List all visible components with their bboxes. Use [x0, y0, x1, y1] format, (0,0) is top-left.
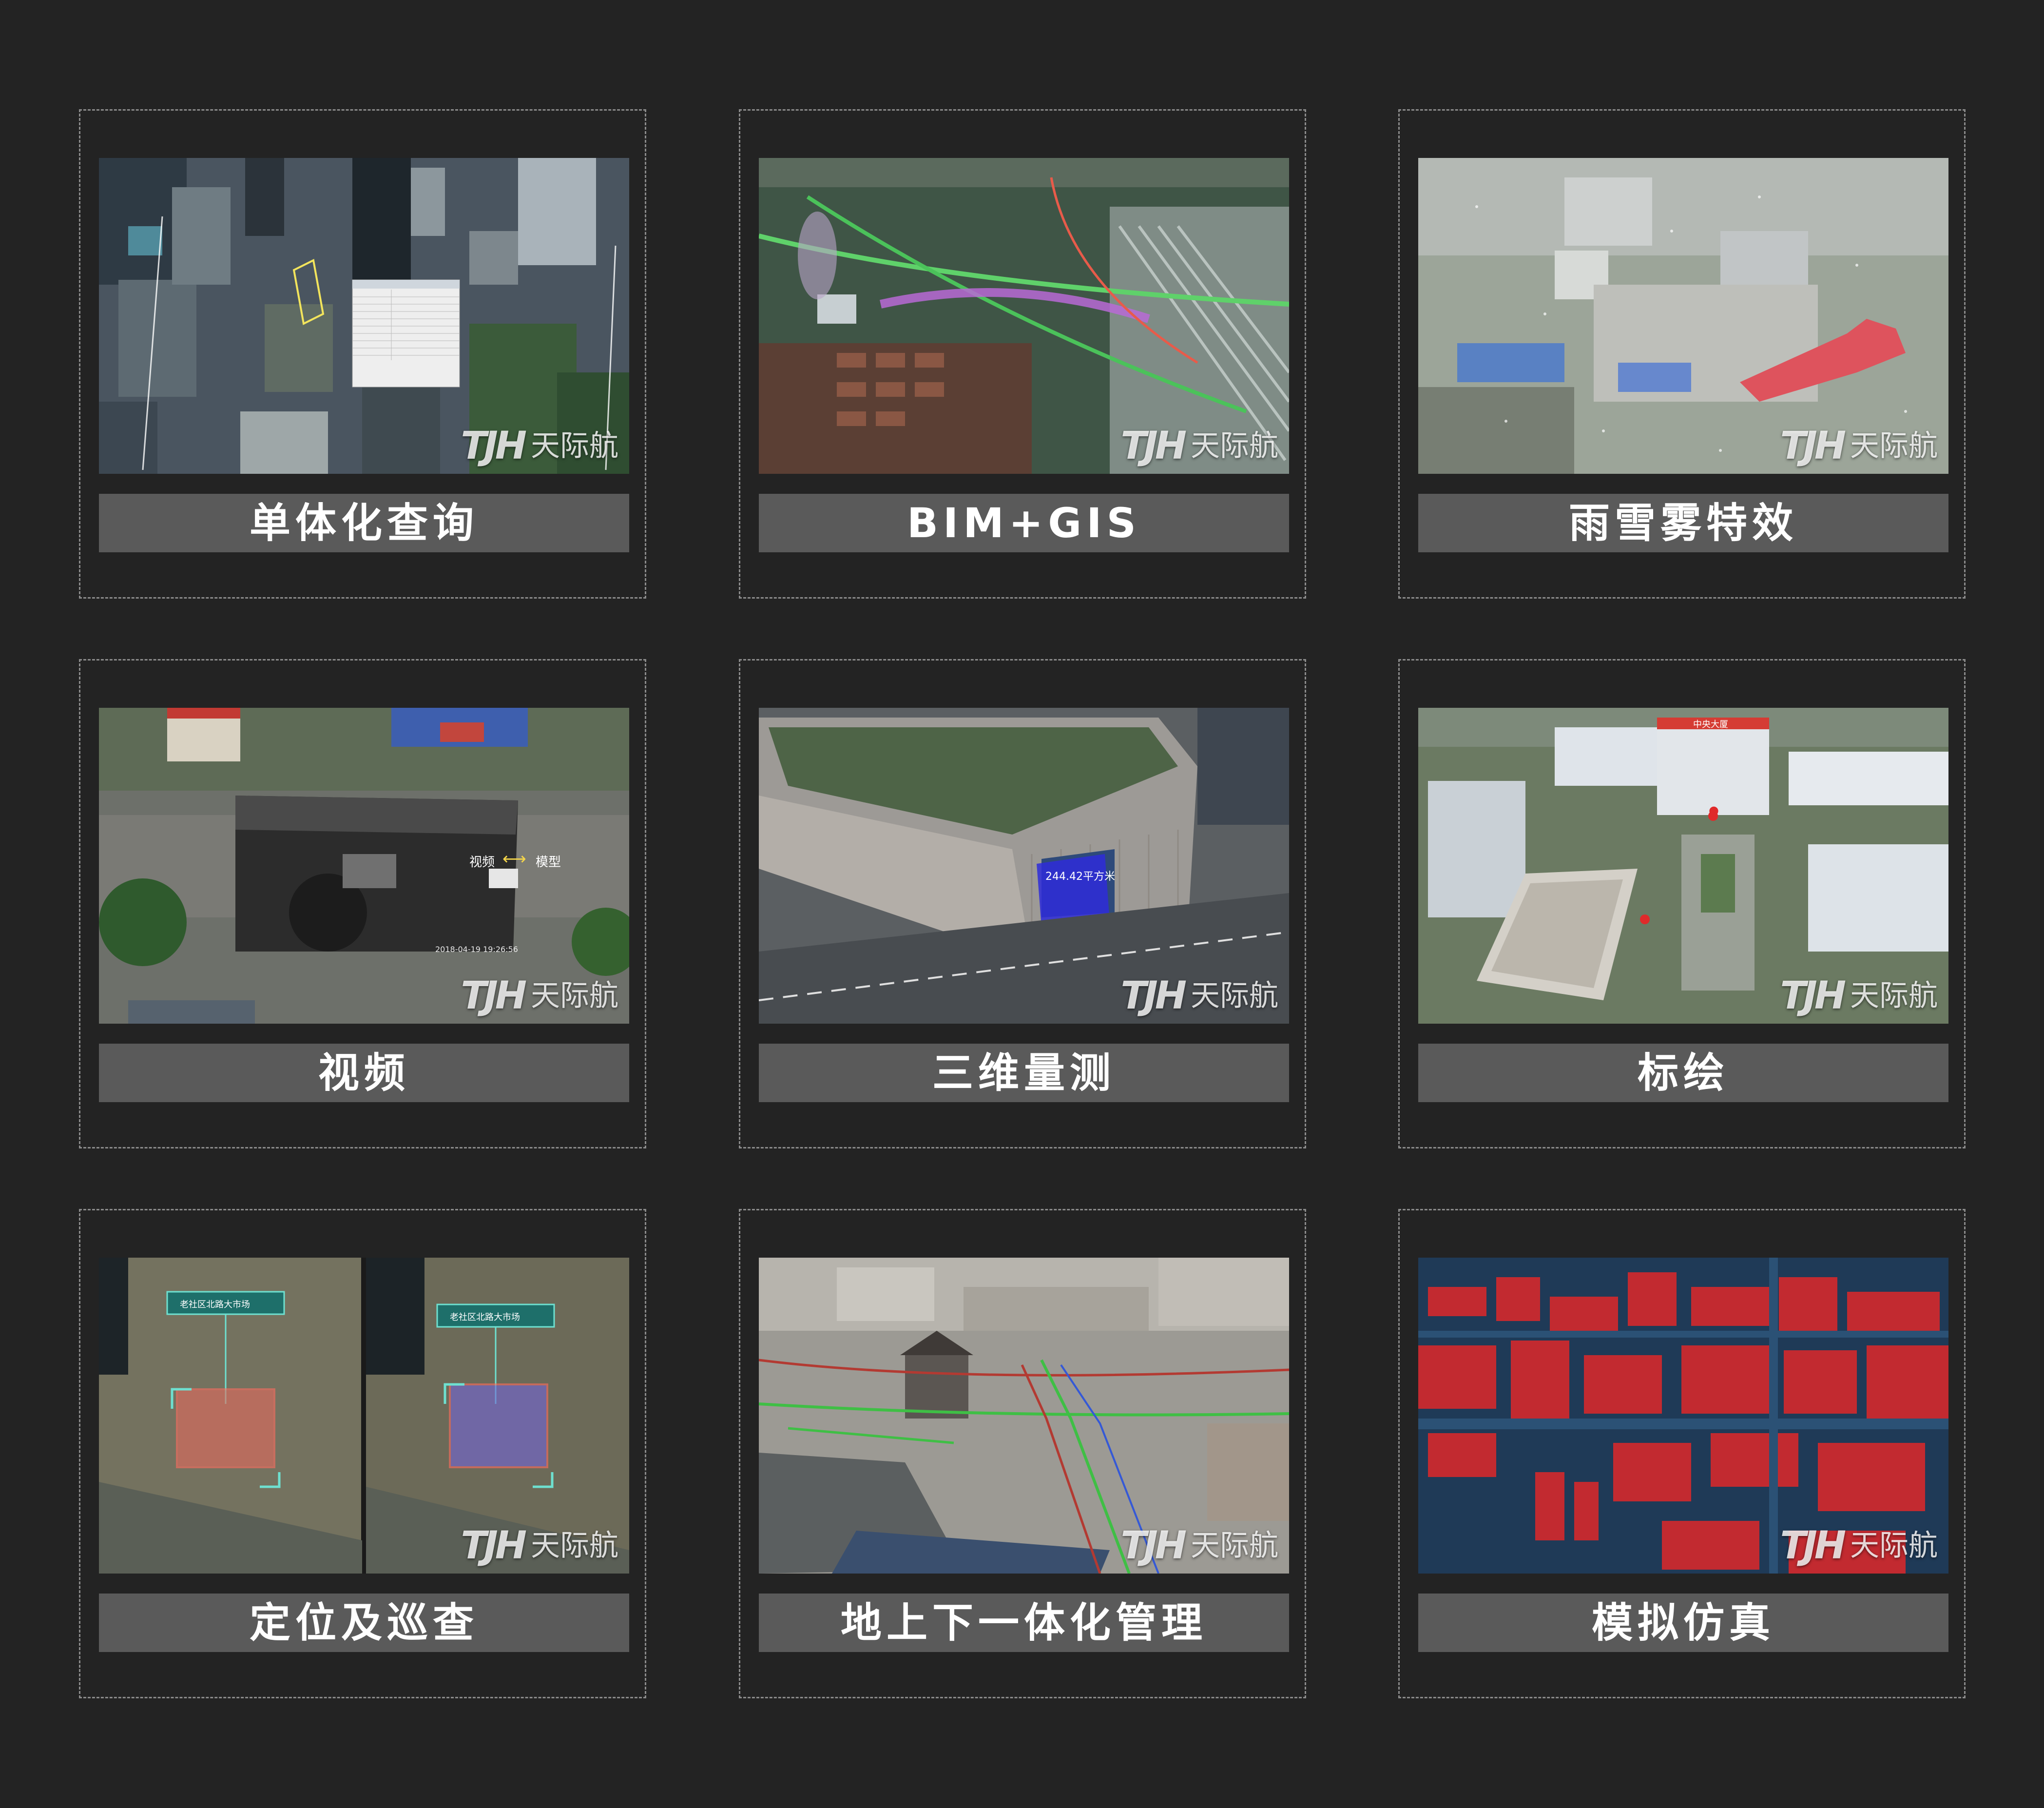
feature-card-monomer-query[interactable]: TJH 天际航 单体化查询: [79, 109, 646, 599]
tjh-logo-text: 天际航: [1850, 979, 1938, 1013]
tjh-logo-mark: TJH: [1780, 424, 1846, 468]
card-label-bar: 视频: [99, 1044, 629, 1102]
feature-card-simulation[interactable]: TJH 天际航 模拟仿真: [1398, 1209, 1966, 1698]
tjh-logo-text: 天际航: [531, 1529, 618, 1563]
card-label: BIM+GIS: [907, 499, 1141, 547]
tjh-logo-mark: TJH: [461, 1524, 526, 1568]
tjh-logo-mark: TJH: [1120, 1524, 1186, 1568]
split-map-image: [99, 1258, 629, 1574]
card-label-bar: 单体化查询: [99, 494, 629, 552]
map-tag-right: 老社区北路大市场: [450, 1312, 520, 1322]
underground-pipeline-image: [759, 1258, 1289, 1574]
tjh-logo-text: 天际航: [1191, 1529, 1278, 1563]
video-overlay-label: 视频: [469, 855, 495, 870]
tjh-logo-text: 天际航: [1850, 1529, 1938, 1563]
feature-card-3d-measurement[interactable]: 244.42平方米 TJH 天际航 三维量测: [739, 659, 1306, 1148]
feature-card-weather-effects[interactable]: TJH 天际航 雨雪雾特效: [1398, 109, 1966, 599]
tjh-logo-mark: TJH: [461, 424, 526, 468]
card-label-bar: 三维量测: [759, 1044, 1289, 1102]
tjh-watermark: TJH 天际航: [1120, 427, 1278, 465]
tjh-watermark: TJH 天际航: [1120, 977, 1278, 1015]
card-label: 雨雪雾特效: [1568, 499, 1798, 547]
3d-measurement-thumbnail: 244.42平方米 TJH 天际航: [759, 708, 1289, 1024]
foggy-town-image: [1418, 158, 1948, 474]
card-label-bar: 定位及巡查: [99, 1594, 629, 1652]
building-sign: 中央大厦: [1693, 719, 1728, 730]
card-label: 视频: [318, 1049, 410, 1097]
feature-card-annotation[interactable]: 中央大厦 ● TJH 天际航 标绘: [1398, 659, 1966, 1148]
tjh-logo-mark: TJH: [1120, 424, 1186, 468]
above-underground-thumbnail: TJH 天际航: [759, 1258, 1289, 1574]
map-tag-left: 老社区北路大市场: [180, 1300, 250, 1310]
card-label-bar: BIM+GIS: [759, 494, 1289, 552]
tjh-logo-mark: TJH: [1780, 1524, 1846, 1568]
measurement-building-image: [759, 708, 1289, 1024]
tjh-logo-text: 天际航: [531, 429, 618, 463]
city-aerial-image: [99, 158, 629, 474]
weather-effects-thumbnail: TJH 天际航: [1418, 158, 1948, 474]
card-label: 三维量测: [932, 1049, 1116, 1097]
feature-card-bim-gis[interactable]: TJH 天际航 BIM+GIS: [739, 109, 1306, 599]
tjh-watermark: TJH 天际航: [1780, 977, 1938, 1015]
bim-gis-thumbnail: TJH 天际航: [759, 158, 1289, 474]
bim-gis-scene-image: [759, 158, 1289, 474]
tjh-watermark: TJH 天际航: [461, 427, 618, 465]
flood-simulation-image: [1418, 1258, 1948, 1574]
tjh-logo-mark: TJH: [1120, 974, 1186, 1018]
tjh-watermark: TJH 天际航: [1120, 1527, 1278, 1565]
tjh-logo-mark: TJH: [1780, 974, 1846, 1018]
feature-card-video[interactable]: 视频 ⟷ 模型 2018-04-19 19:26:56 TJH 天际航 视频: [79, 659, 646, 1148]
monomer-query-thumbnail: TJH 天际航: [99, 158, 629, 474]
video-thumbnail: 视频 ⟷ 模型 2018-04-19 19:26:56 TJH 天际航: [99, 708, 629, 1024]
card-label-bar: 地上下一体化管理: [759, 1594, 1289, 1652]
annotation-thumbnail: 中央大厦 ● TJH 天际航: [1418, 708, 1948, 1024]
card-label-bar: 模拟仿真: [1418, 1594, 1948, 1652]
tjh-logo-mark: TJH: [461, 974, 526, 1018]
card-label-bar: 标绘: [1418, 1044, 1948, 1102]
simulation-thumbnail: TJH 天际航: [1418, 1258, 1948, 1574]
double-arrow-icon: ⟷: [502, 849, 526, 869]
video-timestamp: 2018-04-19 19:26:56: [435, 945, 518, 954]
card-label: 标绘: [1637, 1049, 1729, 1097]
tjh-watermark: TJH 天际航: [1780, 427, 1938, 465]
tjh-logo-text: 天际航: [1191, 979, 1278, 1013]
tjh-watermark: TJH 天际航: [461, 977, 618, 1015]
tjh-logo-text: 天际航: [1850, 429, 1938, 463]
feature-card-above-underground[interactable]: TJH 天际航 地上下一体化管理: [739, 1209, 1306, 1698]
locate-patrol-thumbnail: 老社区北路大市场 老社区北路大市场 TJH 天际航: [99, 1258, 629, 1574]
card-label-bar: 雨雪雾特效: [1418, 494, 1948, 552]
card-label: 定位及巡查: [249, 1599, 479, 1647]
card-label: 单体化查询: [249, 499, 479, 547]
tjh-watermark: TJH 天际航: [461, 1527, 618, 1565]
campus-plotting-image: [1418, 708, 1948, 1024]
tjh-logo-text: 天际航: [531, 979, 618, 1013]
model-overlay-label: 模型: [536, 855, 561, 870]
card-label: 模拟仿真: [1591, 1599, 1775, 1647]
tjh-logo-text: 天际航: [1191, 429, 1278, 463]
location-pin-icon: ●: [1709, 803, 1719, 817]
card-label: 地上下一体化管理: [840, 1599, 1207, 1647]
measurement-readout: 244.42平方米: [1045, 871, 1115, 883]
feature-card-locate-patrol[interactable]: 老社区北路大市场 老社区北路大市场 TJH 天际航 定位及巡查: [79, 1209, 646, 1698]
tjh-watermark: TJH 天际航: [1780, 1527, 1938, 1565]
